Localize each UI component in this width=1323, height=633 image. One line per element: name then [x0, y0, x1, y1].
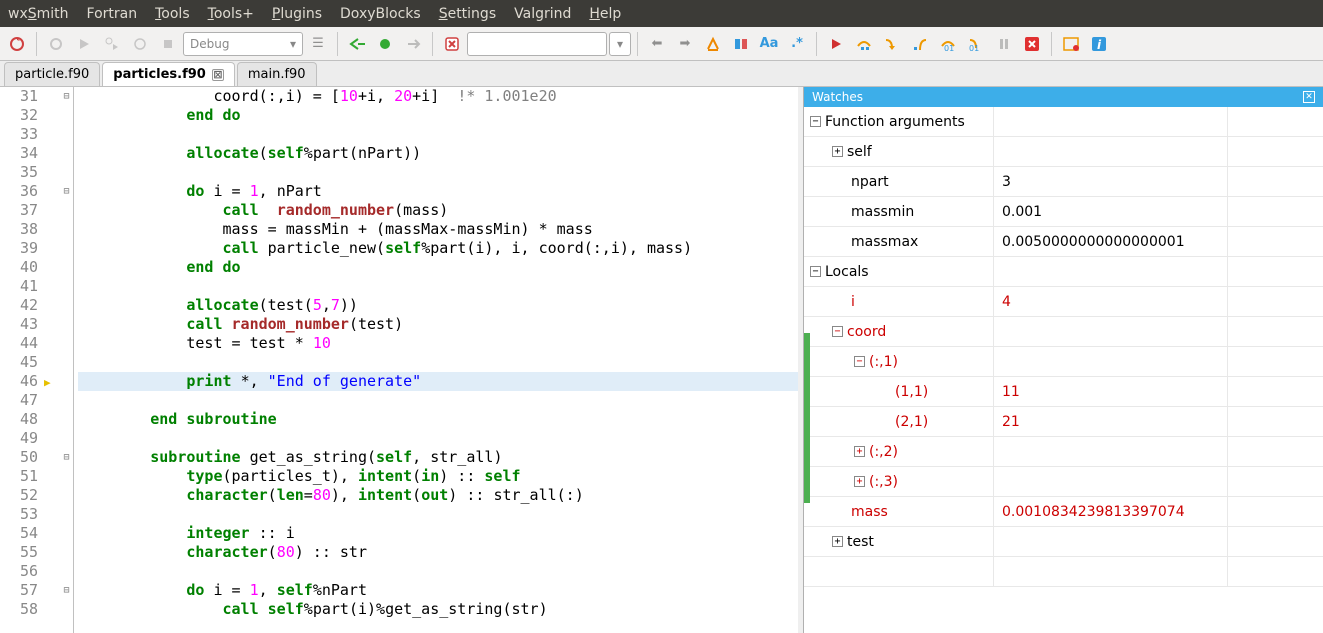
menu-tools+[interactable]: Tools+ — [208, 6, 254, 22]
expander-icon[interactable]: + — [854, 476, 865, 487]
expander-icon[interactable]: − — [854, 356, 865, 367]
step-into-icon[interactable] — [879, 31, 905, 57]
break-debug-icon[interactable] — [991, 31, 1017, 57]
tab-particles-f90[interactable]: particles.f90⊠ — [102, 62, 235, 86]
watch-row[interactable]: npart3 — [804, 167, 1323, 197]
menu-tools[interactable]: Tools — [155, 6, 190, 22]
marker-gutter: ▶ — [44, 87, 60, 633]
step-over-icon[interactable] — [851, 31, 877, 57]
nav-forward-icon[interactable]: ➡ — [672, 31, 698, 57]
watch-row[interactable]: (2,1)21 — [804, 407, 1323, 437]
next-line-icon[interactable] — [400, 31, 426, 57]
abort-icon[interactable] — [155, 31, 181, 57]
watch-row[interactable]: +test — [804, 527, 1323, 557]
menu-plugins[interactable]: Plugins — [272, 6, 322, 22]
menu-valgrind[interactable]: Valgrind — [514, 6, 571, 22]
search-mode-combo[interactable]: ▾ — [609, 32, 631, 56]
menu-doxyblocks[interactable]: DoxyBlocks — [340, 6, 421, 22]
watches-titlebar[interactable]: Watches ✕ — [804, 87, 1323, 107]
refresh-icon[interactable] — [4, 31, 30, 57]
watch-row[interactable]: massmin0.001 — [804, 197, 1323, 227]
play-icon[interactable] — [71, 31, 97, 57]
svg-text:01: 01 — [944, 44, 954, 52]
regex-icon[interactable]: .* — [784, 31, 810, 57]
step-out-icon[interactable] — [907, 31, 933, 57]
menu-help[interactable]: Help — [589, 6, 621, 22]
line-number-gutter: 3132333435363738394041424344454647484950… — [0, 87, 44, 633]
selection-icon[interactable] — [728, 31, 754, 57]
stop-debugger-icon[interactable] — [1019, 31, 1045, 57]
tab-particle-f90[interactable]: particle.f90 — [4, 62, 100, 86]
tab-main-f90[interactable]: main.f90 — [237, 62, 317, 86]
toolbar: Debug▾ ☰ ▾ ⬅ ➡ Aa .* 01 01 i — [0, 27, 1323, 61]
watch-row[interactable]: −coord — [804, 317, 1323, 347]
watch-row[interactable]: −Locals — [804, 257, 1323, 287]
expander-icon[interactable]: − — [810, 116, 821, 127]
watch-row[interactable] — [804, 557, 1323, 587]
watches-title: Watches — [812, 90, 863, 104]
debug-windows-icon[interactable] — [1058, 31, 1084, 57]
next-instr-icon[interactable]: 01 — [935, 31, 961, 57]
expander-icon[interactable]: + — [832, 146, 843, 157]
watch-row[interactable]: −(:,1) — [804, 347, 1323, 377]
debug-continue-icon[interactable] — [344, 31, 370, 57]
search-input[interactable] — [467, 32, 607, 56]
menu-fortran[interactable]: Fortran — [87, 6, 138, 22]
watch-row[interactable]: (1,1)11 — [804, 377, 1323, 407]
watches-panel: Watches ✕ −Function arguments+selfnpart3… — [803, 87, 1323, 633]
watch-row[interactable]: +self — [804, 137, 1323, 167]
nav-back-icon[interactable]: ⬅ — [644, 31, 670, 57]
change-indicator — [804, 333, 810, 503]
expander-icon[interactable]: + — [832, 536, 843, 547]
run-to-cursor-icon[interactable] — [372, 31, 398, 57]
gear-icon[interactable] — [43, 31, 69, 57]
target-settings-icon[interactable]: ☰ — [305, 31, 331, 57]
svg-text:01: 01 — [969, 44, 979, 52]
step-into-instr-icon[interactable]: 01 — [963, 31, 989, 57]
expander-icon[interactable]: + — [854, 446, 865, 457]
menu-wxsmith[interactable]: wxSmith — [8, 6, 69, 22]
expander-icon[interactable]: − — [832, 326, 843, 337]
watch-row[interactable]: −Function arguments — [804, 107, 1323, 137]
close-icon[interactable]: ✕ — [1303, 91, 1315, 103]
watch-row[interactable]: +(:,3) — [804, 467, 1323, 497]
expander-icon[interactable]: − — [810, 266, 821, 277]
fold-gutter[interactable]: ⊟⊟⊟⊟ — [60, 87, 74, 633]
tab-bar: particle.f90particles.f90⊠main.f90 — [0, 61, 1323, 87]
build-run-icon[interactable] — [99, 31, 125, 57]
watch-row[interactable]: mass0.0010834239813397074 — [804, 497, 1323, 527]
watch-row[interactable]: i4 — [804, 287, 1323, 317]
watch-row[interactable]: massmax0.0050000000000000001 — [804, 227, 1323, 257]
watches-tree[interactable]: −Function arguments+selfnpart3massmin0.0… — [804, 107, 1323, 633]
code-editor[interactable]: 3132333435363738394041424344454647484950… — [0, 87, 803, 633]
highlight-icon[interactable] — [700, 31, 726, 57]
target-combo[interactable]: Debug▾ — [183, 32, 303, 56]
debug-run-icon[interactable] — [823, 31, 849, 57]
watch-row[interactable]: +(:,2) — [804, 437, 1323, 467]
tab-close-icon[interactable]: ⊠ — [212, 69, 224, 81]
info-icon[interactable]: i — [1086, 31, 1112, 57]
stop-debug-icon[interactable] — [439, 31, 465, 57]
menu-settings[interactable]: Settings — [439, 6, 496, 22]
code-area[interactable]: coord(:,i) = [10+i, 20+i] !* 1.001e20 en… — [74, 87, 803, 633]
menubar: wxSmith Fortran Tools Tools+ Plugins DoxyBloc… — [0, 0, 1323, 27]
rebuild-icon[interactable] — [127, 31, 153, 57]
match-case-icon[interactable]: Aa — [756, 31, 782, 57]
